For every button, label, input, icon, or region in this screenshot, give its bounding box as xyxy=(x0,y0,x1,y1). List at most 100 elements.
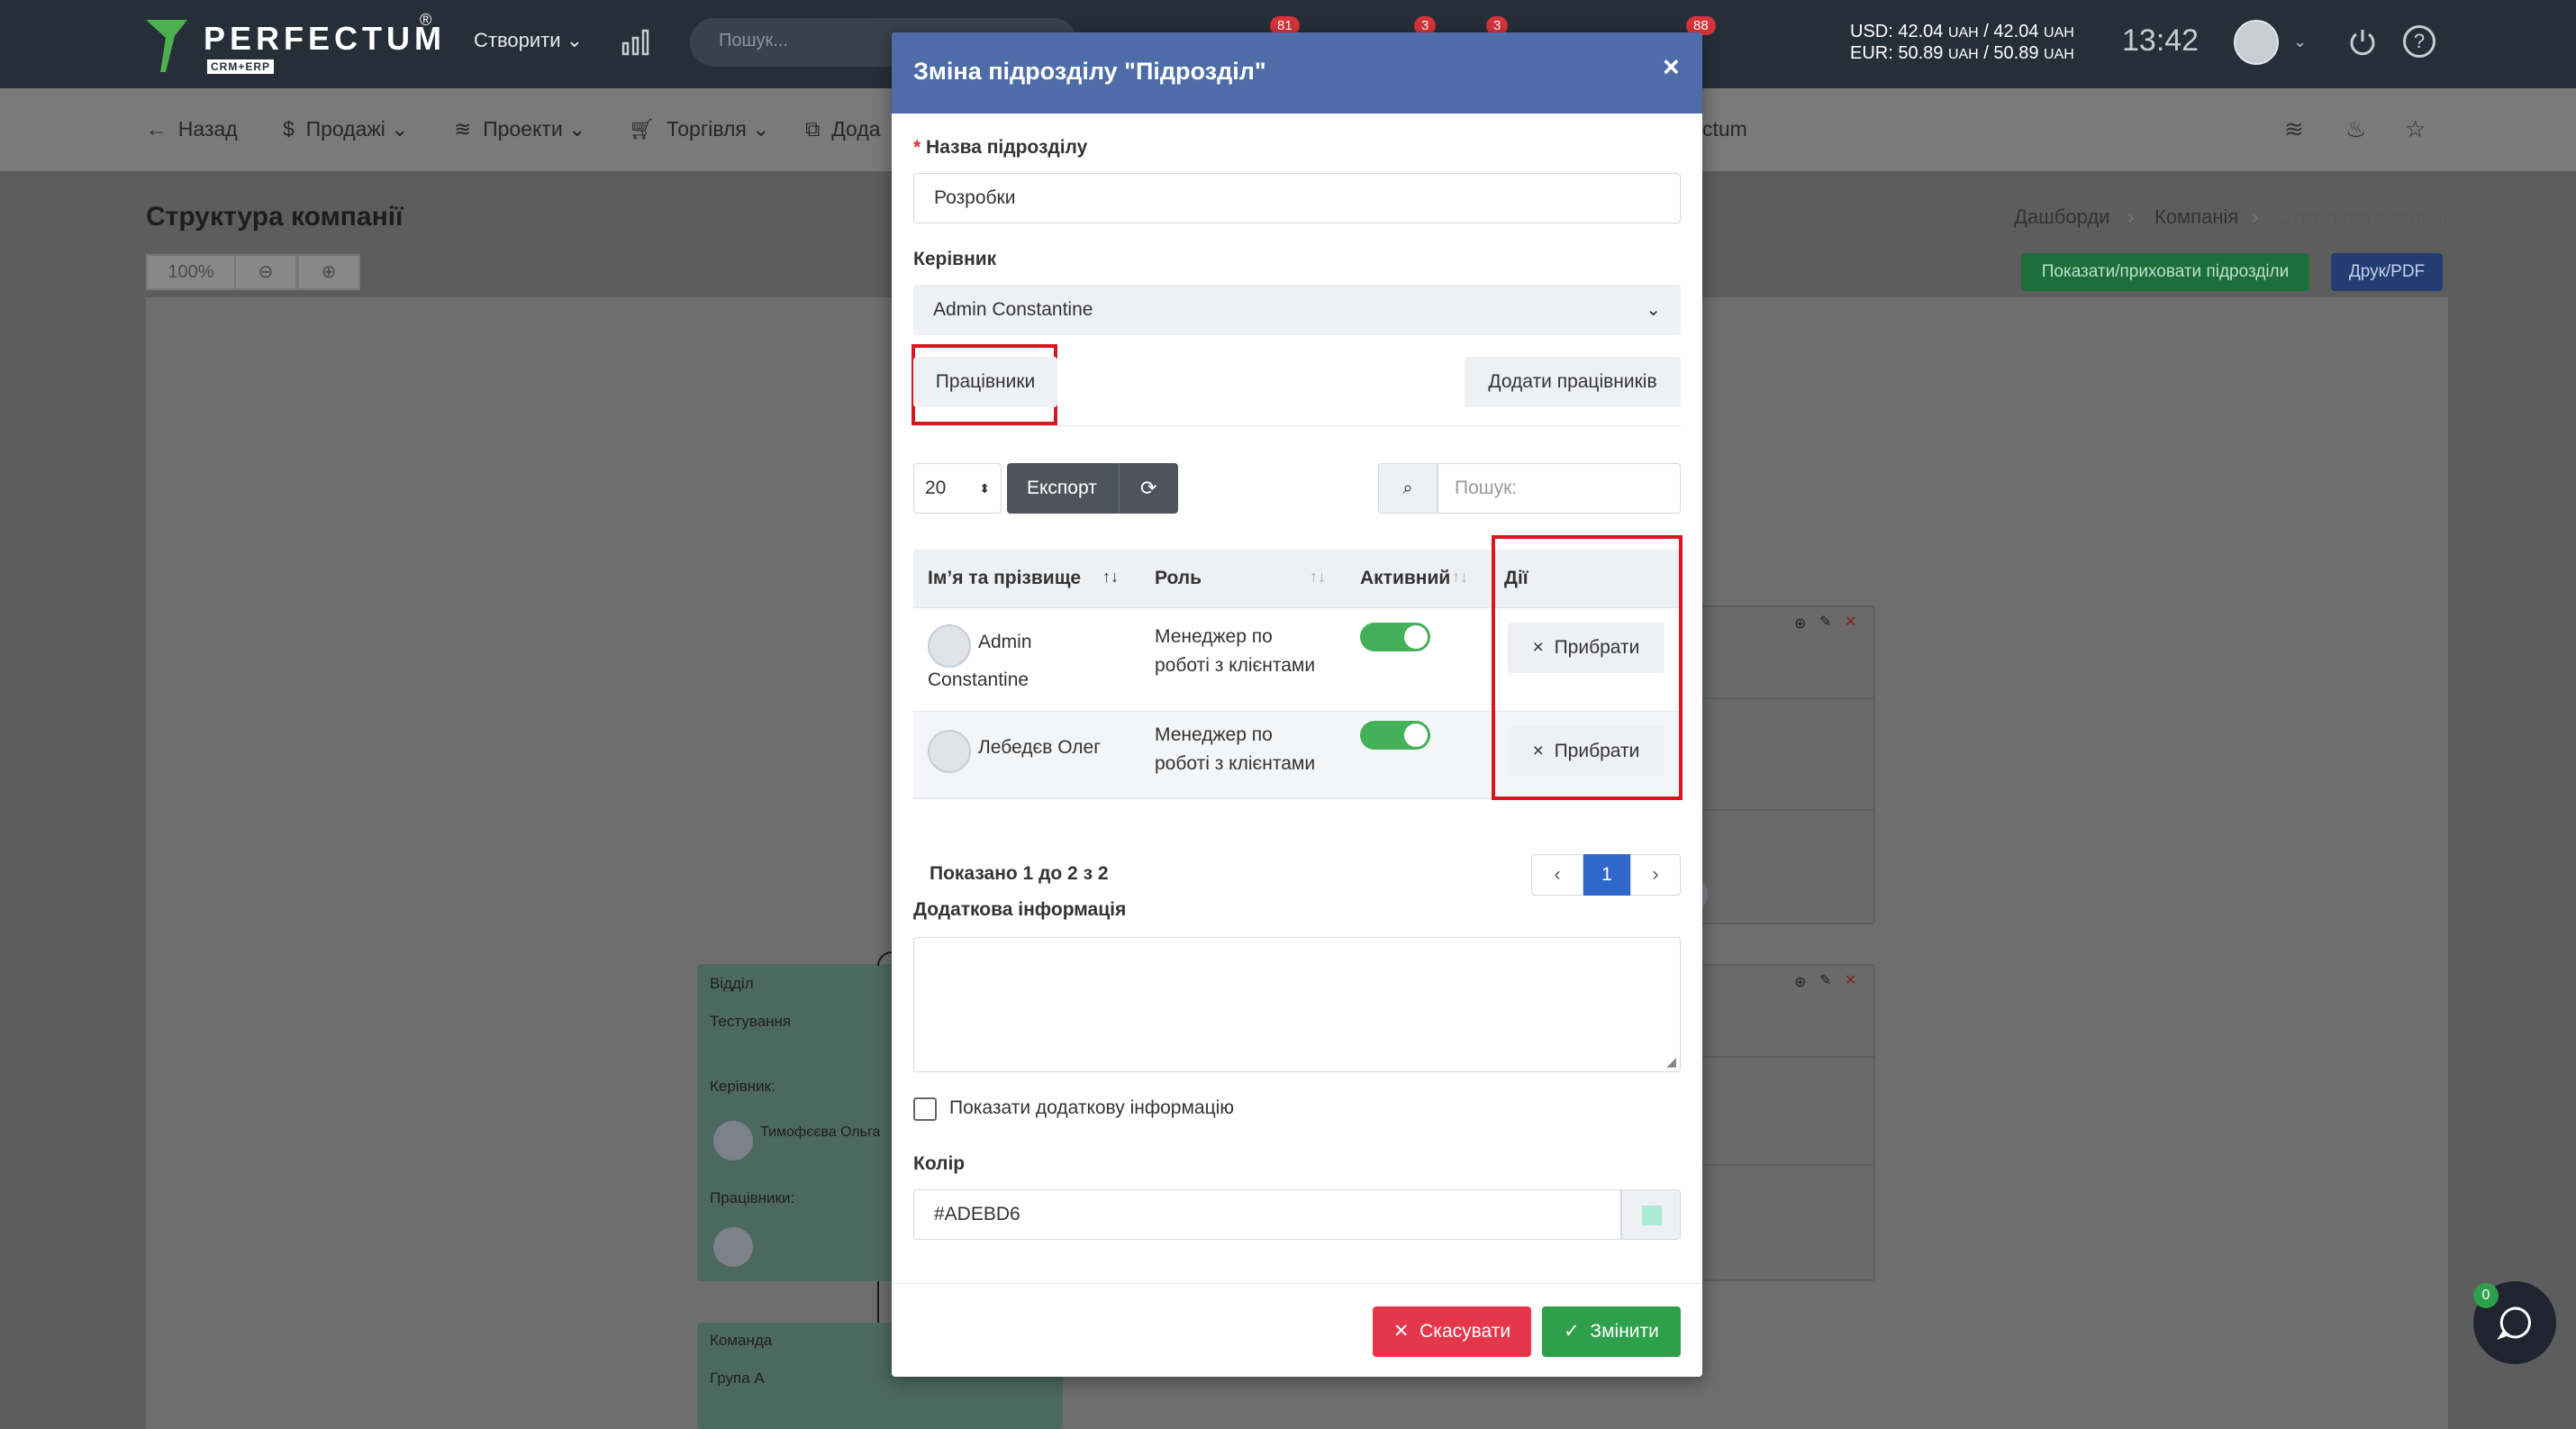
show-extra-label[interactable]: Показати додаткову інформацію xyxy=(949,1097,1234,1119)
unit-name-label-text: Назва підрозділу xyxy=(926,137,1088,158)
active-toggle[interactable] xyxy=(1360,623,1430,651)
tab-employees[interactable]: Працівники xyxy=(913,357,1057,407)
nav-sales[interactable]: $ Продажі ⌄ xyxy=(283,117,409,141)
head-label: Керівник xyxy=(913,249,997,269)
show-extra-checkbox[interactable] xyxy=(913,1097,937,1121)
layers-icon: ≋ xyxy=(454,117,472,141)
unit-name-input[interactable]: Розробки xyxy=(913,173,1681,223)
chevron-down-icon: ⌄ xyxy=(568,117,586,141)
color-label: Колір xyxy=(913,1153,966,1174)
logo-icon[interactable] xyxy=(144,16,189,74)
zoom-in-icon[interactable]: ⊕ xyxy=(297,254,360,290)
search-icon: ⌕ xyxy=(1378,463,1438,514)
chevron-down-icon: ⌄ xyxy=(391,117,409,141)
breadcrumb-dashboards[interactable]: Дашборди xyxy=(2014,205,2109,229)
modal-header: Зміна підрозділу "Підрозділ" × xyxy=(892,32,1702,114)
page-size-value: 20 xyxy=(925,478,947,498)
required-marker: * xyxy=(913,137,921,158)
close-icon[interactable]: × xyxy=(1663,50,1680,84)
chat-icon xyxy=(2497,1306,2531,1341)
nav-back[interactable]: ← Назад xyxy=(146,117,238,141)
node-head-name: Тимофєєва Ольга xyxy=(760,1124,881,1140)
edit-icon[interactable]: ✎ xyxy=(1819,613,1831,631)
currency-usd: USD: 42.04 UAH / 42.04 UAH xyxy=(1850,22,2074,43)
nav-trade[interactable]: 🛒︎ Торгівля ⌄ xyxy=(629,117,770,141)
page-button[interactable]: 1 xyxy=(1583,854,1630,896)
breadcrumb-company[interactable]: Компанія xyxy=(2154,205,2238,229)
add-circle-icon[interactable]: ⊕ xyxy=(1794,614,1806,633)
color-picker[interactable] xyxy=(1621,1189,1681,1240)
bar-chart-icon[interactable] xyxy=(621,29,650,56)
page-title: Структура компанії xyxy=(146,202,404,232)
cancel-label: Скасувати xyxy=(1420,1321,1511,1342)
column-header-name[interactable]: Ім’я та прізвище xyxy=(928,568,1081,589)
create-menu[interactable]: Створити ⌄ xyxy=(474,29,583,52)
chevron-down-icon[interactable]: ⌄ xyxy=(2293,32,2307,51)
power-icon[interactable] xyxy=(2347,27,2378,58)
usd-unit-2: UAH xyxy=(2044,25,2074,41)
color-swatch xyxy=(1642,1206,1662,1225)
dollar-icon: $ xyxy=(283,117,295,141)
employee-name[interactable]: Лебедєв Олег xyxy=(978,737,1101,759)
extra-info-textarea[interactable]: ◢ xyxy=(913,937,1681,1072)
table-search-input[interactable]: Пошук: xyxy=(1438,463,1681,514)
org-node[interactable]: ⊕ ✎ ✕ xyxy=(1668,605,1875,924)
fire-icon[interactable]: ♨ xyxy=(2345,115,2366,143)
column-header-role[interactable]: Роль xyxy=(1155,568,1202,589)
logo-text[interactable]: PERFECTUM xyxy=(204,20,446,58)
refresh-icon[interactable]: ⟳ xyxy=(1140,463,1156,514)
nav-item-partial[interactable]: ctum xyxy=(1702,117,1747,141)
highlight-box xyxy=(1492,535,1683,800)
color-input[interactable]: #ADEBD6 xyxy=(913,1189,1621,1240)
chevron-down-icon: ⌄ xyxy=(1646,300,1661,320)
layers-icon[interactable]: ≋ xyxy=(2284,115,2304,143)
edit-icon[interactable]: ✎ xyxy=(1819,971,1831,989)
nav-sales-label: Продажі xyxy=(305,117,385,141)
eur-rate: EUR: 50.89 xyxy=(1850,43,1944,63)
delete-icon[interactable]: ✕ xyxy=(1845,971,1856,989)
currency-rates: USD: 42.04 UAH / 42.04 UAH EUR: 50.89 UA… xyxy=(1850,22,2074,65)
user-avatar[interactable] xyxy=(2234,20,2279,65)
head-select[interactable]: Admin Constantine ⌄ xyxy=(913,285,1681,335)
divider xyxy=(1686,697,1873,699)
usd-rate-2: / 42.04 xyxy=(1983,22,2039,41)
sort-icon[interactable]: ↑↓ xyxy=(1310,568,1326,587)
save-button[interactable]: ✓ Змінити xyxy=(1542,1306,1681,1357)
employee-role: Менеджер по xyxy=(1155,626,1273,647)
prev-page-icon[interactable]: ‹ xyxy=(1531,854,1583,896)
node-head-label: Керівник: xyxy=(710,1078,776,1095)
sort-icon[interactable]: ↑↓ xyxy=(1452,568,1468,587)
chevron-right-icon: › xyxy=(2127,205,2135,228)
next-page-icon[interactable]: › xyxy=(1630,854,1681,896)
nav-trade-label: Торгівля xyxy=(666,117,747,141)
nav-projects[interactable]: ≋ Проекти ⌄ xyxy=(454,117,585,141)
arrow-left-icon: ← xyxy=(146,117,167,141)
extra-info-label: Додаткова інформація xyxy=(913,899,1127,920)
delete-icon[interactable]: ✕ xyxy=(1845,613,1856,631)
active-toggle[interactable] xyxy=(1360,721,1430,750)
sort-asc-icon[interactable]: ↑↓ xyxy=(1102,568,1119,587)
clock: 13:42 xyxy=(2122,23,2200,58)
zoom-out-icon[interactable]: ⊖ xyxy=(234,254,297,290)
show-hide-units-button[interactable]: Показати/приховати підрозділи xyxy=(2021,253,2309,291)
resize-handle-icon[interactable]: ◢ xyxy=(1666,1054,1676,1069)
add-employees-button[interactable]: Додати працівників xyxy=(1465,357,1681,407)
cancel-button[interactable]: ✕ Скасувати xyxy=(1373,1306,1531,1357)
star-icon[interactable]: ☆ xyxy=(2405,115,2426,143)
employee-name[interactable]: Admin xyxy=(978,632,1032,653)
employee-name-line2[interactable]: Constantine xyxy=(928,669,1029,691)
org-node[interactable]: ⊕ ✎ ✕ xyxy=(1684,964,1875,1281)
node-type-label: Команда xyxy=(710,1332,773,1349)
edit-unit-modal: Зміна підрозділу "Підрозділ" × * Назва п… xyxy=(892,32,1702,1377)
add-circle-icon[interactable]: ⊕ xyxy=(1794,973,1806,991)
modal-title: Зміна підрозділу "Підрозділ" xyxy=(913,58,1266,85)
page-size-select[interactable]: 20 ⬍ xyxy=(913,463,1002,514)
cart-icon: 🛒︎ xyxy=(629,117,656,141)
export-button[interactable]: Експорт xyxy=(1027,463,1097,514)
column-header-active[interactable]: Активний xyxy=(1360,568,1450,589)
print-pdf-button[interactable]: Друк/PDF xyxy=(2331,253,2443,291)
save-label: Змінити xyxy=(1590,1321,1659,1342)
help-icon[interactable]: ? xyxy=(2403,25,2435,58)
chevron-down-icon: ⌄ xyxy=(752,117,770,141)
nav-add[interactable]: ⧉ Дода xyxy=(805,117,881,141)
